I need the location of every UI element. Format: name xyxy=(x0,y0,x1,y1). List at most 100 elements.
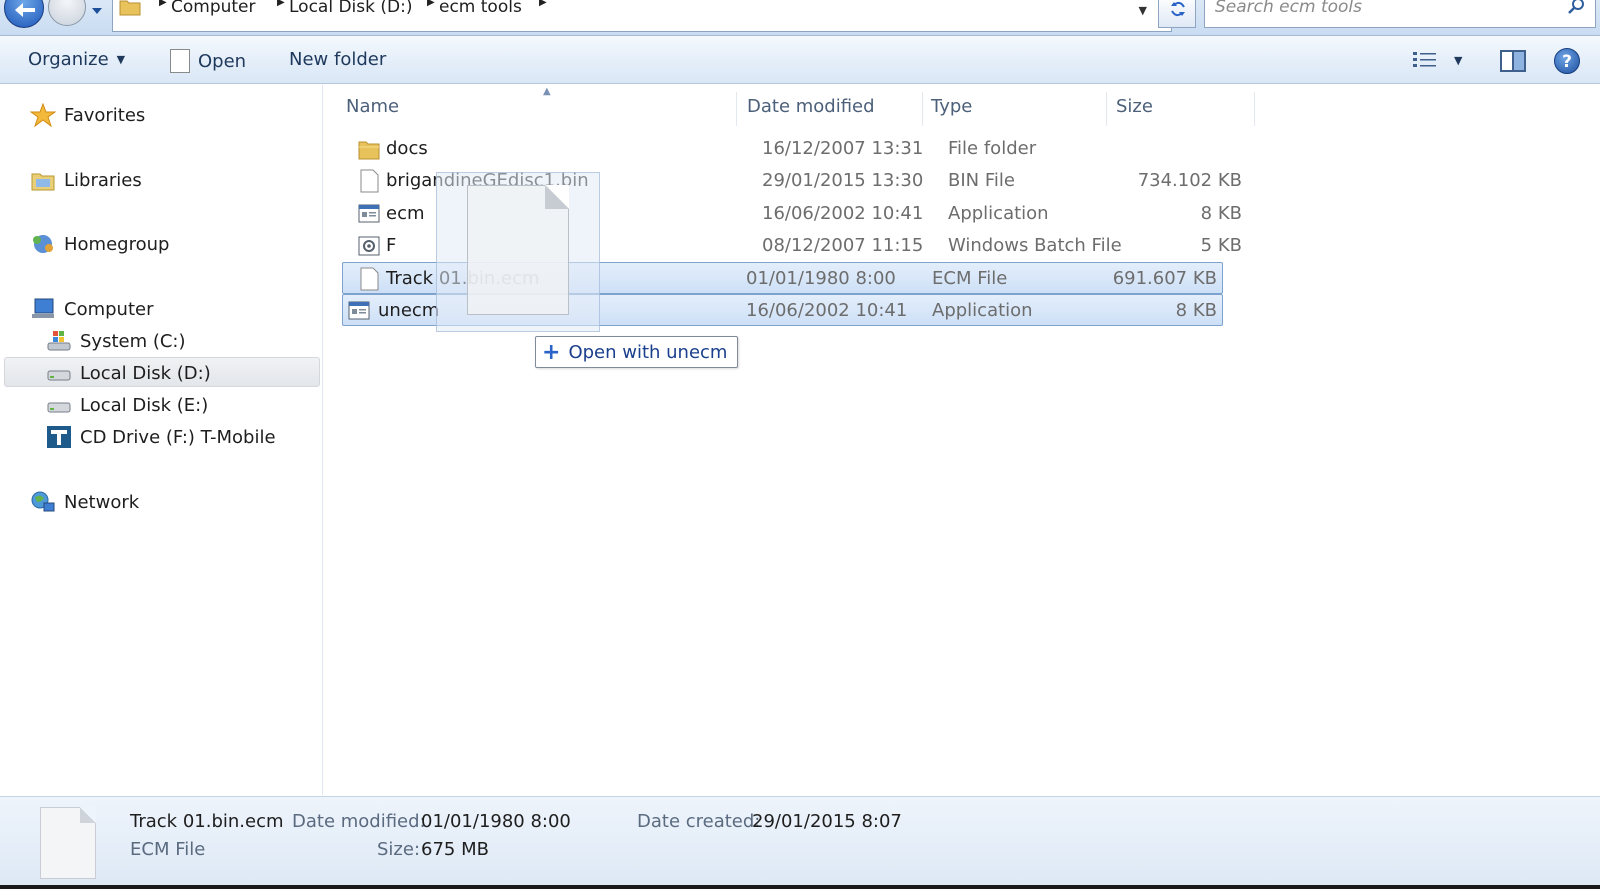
nav-favorites[interactable]: Favorites xyxy=(30,100,145,130)
nav-label: CD Drive (F:) T-Mobile xyxy=(80,426,276,448)
help-button[interactable]: ? xyxy=(1554,48,1580,74)
column-header-size[interactable]: Size xyxy=(1116,96,1153,122)
navigation-pane: Favorites Libraries Homegroup Computer S… xyxy=(0,85,323,795)
nav-label: Local Disk (E:) xyxy=(80,394,209,416)
file-name: docs xyxy=(386,138,428,159)
nav-label: Network xyxy=(64,491,140,513)
file-size: 8 KB xyxy=(1200,203,1242,224)
nav-label: Libraries xyxy=(64,169,142,191)
file-date: 16/06/2002 10:41 xyxy=(762,203,924,224)
network-icon xyxy=(31,491,55,512)
details-date-modified-value: 01/01/1980 8:00 xyxy=(421,811,571,832)
homegroup-icon xyxy=(33,235,53,253)
file-date: 16/06/2002 10:41 xyxy=(746,300,908,321)
file-type: Windows Batch File xyxy=(948,235,1122,256)
preview-pane-button[interactable] xyxy=(1500,50,1526,72)
file-type: BIN File xyxy=(948,170,1015,191)
column-divider[interactable] xyxy=(922,92,923,126)
forward-button[interactable] xyxy=(48,0,86,26)
column-header-name[interactable]: Name xyxy=(346,96,399,122)
nav-libraries[interactable]: Libraries xyxy=(30,165,142,195)
file-type: File folder xyxy=(948,138,1037,159)
nav-label: Homegroup xyxy=(64,233,170,255)
file-icon xyxy=(360,169,379,193)
column-header-date-modified[interactable]: Date modified xyxy=(747,96,875,122)
breadcrumb-ecm-tools[interactable]: ecm tools xyxy=(439,0,522,17)
file-icon xyxy=(360,267,379,291)
file-name: ecm xyxy=(386,203,425,224)
back-button[interactable] xyxy=(4,0,44,28)
nav-homegroup[interactable]: Homegroup xyxy=(30,229,169,259)
column-divider[interactable] xyxy=(736,92,737,126)
nav-drive-local-disk-d[interactable]: Local Disk (D:) xyxy=(46,358,211,388)
drop-action-label: Open with unecm xyxy=(568,341,728,363)
batch-file-icon xyxy=(358,236,380,256)
chevron-down-icon[interactable]: ▼ xyxy=(1454,54,1462,67)
search-icon[interactable] xyxy=(1567,0,1587,16)
file-name: F xyxy=(386,235,397,256)
open-button[interactable]: Open xyxy=(170,49,246,73)
drop-action-tooltip: + Open with unecm xyxy=(535,336,739,368)
breadcrumb-computer[interactable]: Computer xyxy=(171,0,256,17)
refresh-button[interactable] xyxy=(1158,0,1196,28)
file-date: 01/01/1980 8:00 xyxy=(746,268,896,289)
nav-drive-local-disk-e[interactable]: Local Disk (E:) xyxy=(46,390,208,420)
taskbar-edge xyxy=(0,885,1600,889)
windows-drive-icon xyxy=(47,331,71,351)
file-size: 8 KB xyxy=(1175,300,1217,321)
file-row[interactable]: docs 16/12/2007 13:31 File folder xyxy=(350,133,1250,165)
organize-label: Organize xyxy=(28,49,109,70)
recent-pages-dropdown-icon[interactable] xyxy=(90,4,104,18)
column-divider[interactable] xyxy=(1254,92,1255,126)
address-bar: ▶ Computer ▶ Local Disk (D:) ▶ ecm tools… xyxy=(0,0,1600,36)
column-divider[interactable] xyxy=(1106,92,1107,126)
star-icon xyxy=(30,103,56,127)
details-pane: Track 01.bin.ecm ECM File Date modified:… xyxy=(0,796,1600,889)
file-type: ECM File xyxy=(932,268,1008,289)
sort-ascending-icon: ▲ xyxy=(543,86,551,97)
folder-icon xyxy=(358,141,380,160)
breadcrumb-local-disk-d[interactable]: Local Disk (D:) xyxy=(289,0,412,17)
address-history-dropdown-icon[interactable]: ▼ xyxy=(1139,4,1147,17)
change-view-button[interactable]: ▼ xyxy=(1412,50,1462,70)
application-icon xyxy=(358,204,380,223)
chevron-down-icon: ▼ xyxy=(116,53,126,66)
new-folder-button[interactable]: New folder xyxy=(289,49,386,70)
open-label: Open xyxy=(198,50,247,72)
nav-label: Favorites xyxy=(64,104,146,126)
address-path-box[interactable]: ▶ Computer ▶ Local Disk (D:) ▶ ecm tools… xyxy=(112,0,1172,32)
column-header-row: Name Date modified Type Size xyxy=(340,92,1256,126)
hard-drive-icon xyxy=(47,402,71,413)
details-view-icon xyxy=(1413,52,1436,67)
computer-icon xyxy=(32,298,54,318)
column-header-type[interactable]: Type xyxy=(931,96,972,122)
document-icon xyxy=(170,49,190,73)
file-thumbnail-icon xyxy=(40,807,96,879)
nav-computer[interactable]: Computer xyxy=(30,294,153,324)
nav-label: System (C:) xyxy=(80,330,186,352)
folder-icon xyxy=(119,0,141,16)
details-file-type: ECM File xyxy=(130,839,206,860)
nav-label: Computer xyxy=(64,298,154,320)
application-icon xyxy=(348,301,370,320)
file-date: 08/12/2007 11:15 xyxy=(762,235,924,256)
file-size: 734.102 KB xyxy=(1137,170,1242,191)
file-date: 29/01/2015 13:30 xyxy=(762,170,924,191)
new-folder-label: New folder xyxy=(289,49,387,70)
organize-menu-button[interactable]: Organize ▼ xyxy=(28,49,125,70)
breadcrumb-separator[interactable]: ▶ xyxy=(527,0,559,8)
file-size: 691.607 KB xyxy=(1112,268,1217,289)
nav-drive-cd-f[interactable]: CD Drive (F:) T-Mobile xyxy=(46,422,276,452)
details-date-created-label: Date created: xyxy=(637,811,761,832)
hard-drive-icon xyxy=(47,370,71,381)
file-name: unecm xyxy=(378,300,440,321)
back-arrow-icon xyxy=(15,3,35,17)
nav-network[interactable]: Network xyxy=(30,487,139,517)
dragged-file-icon xyxy=(467,185,569,315)
nav-label: Local Disk (D:) xyxy=(80,362,211,384)
file-date: 16/12/2007 13:31 xyxy=(762,138,924,159)
nav-drive-system-c[interactable]: System (C:) xyxy=(46,326,186,356)
search-box[interactable]: Search ecm tools xyxy=(1204,0,1596,28)
details-size-value: 675 MB xyxy=(421,839,489,860)
details-file-name: Track 01.bin.ecm xyxy=(130,811,284,832)
